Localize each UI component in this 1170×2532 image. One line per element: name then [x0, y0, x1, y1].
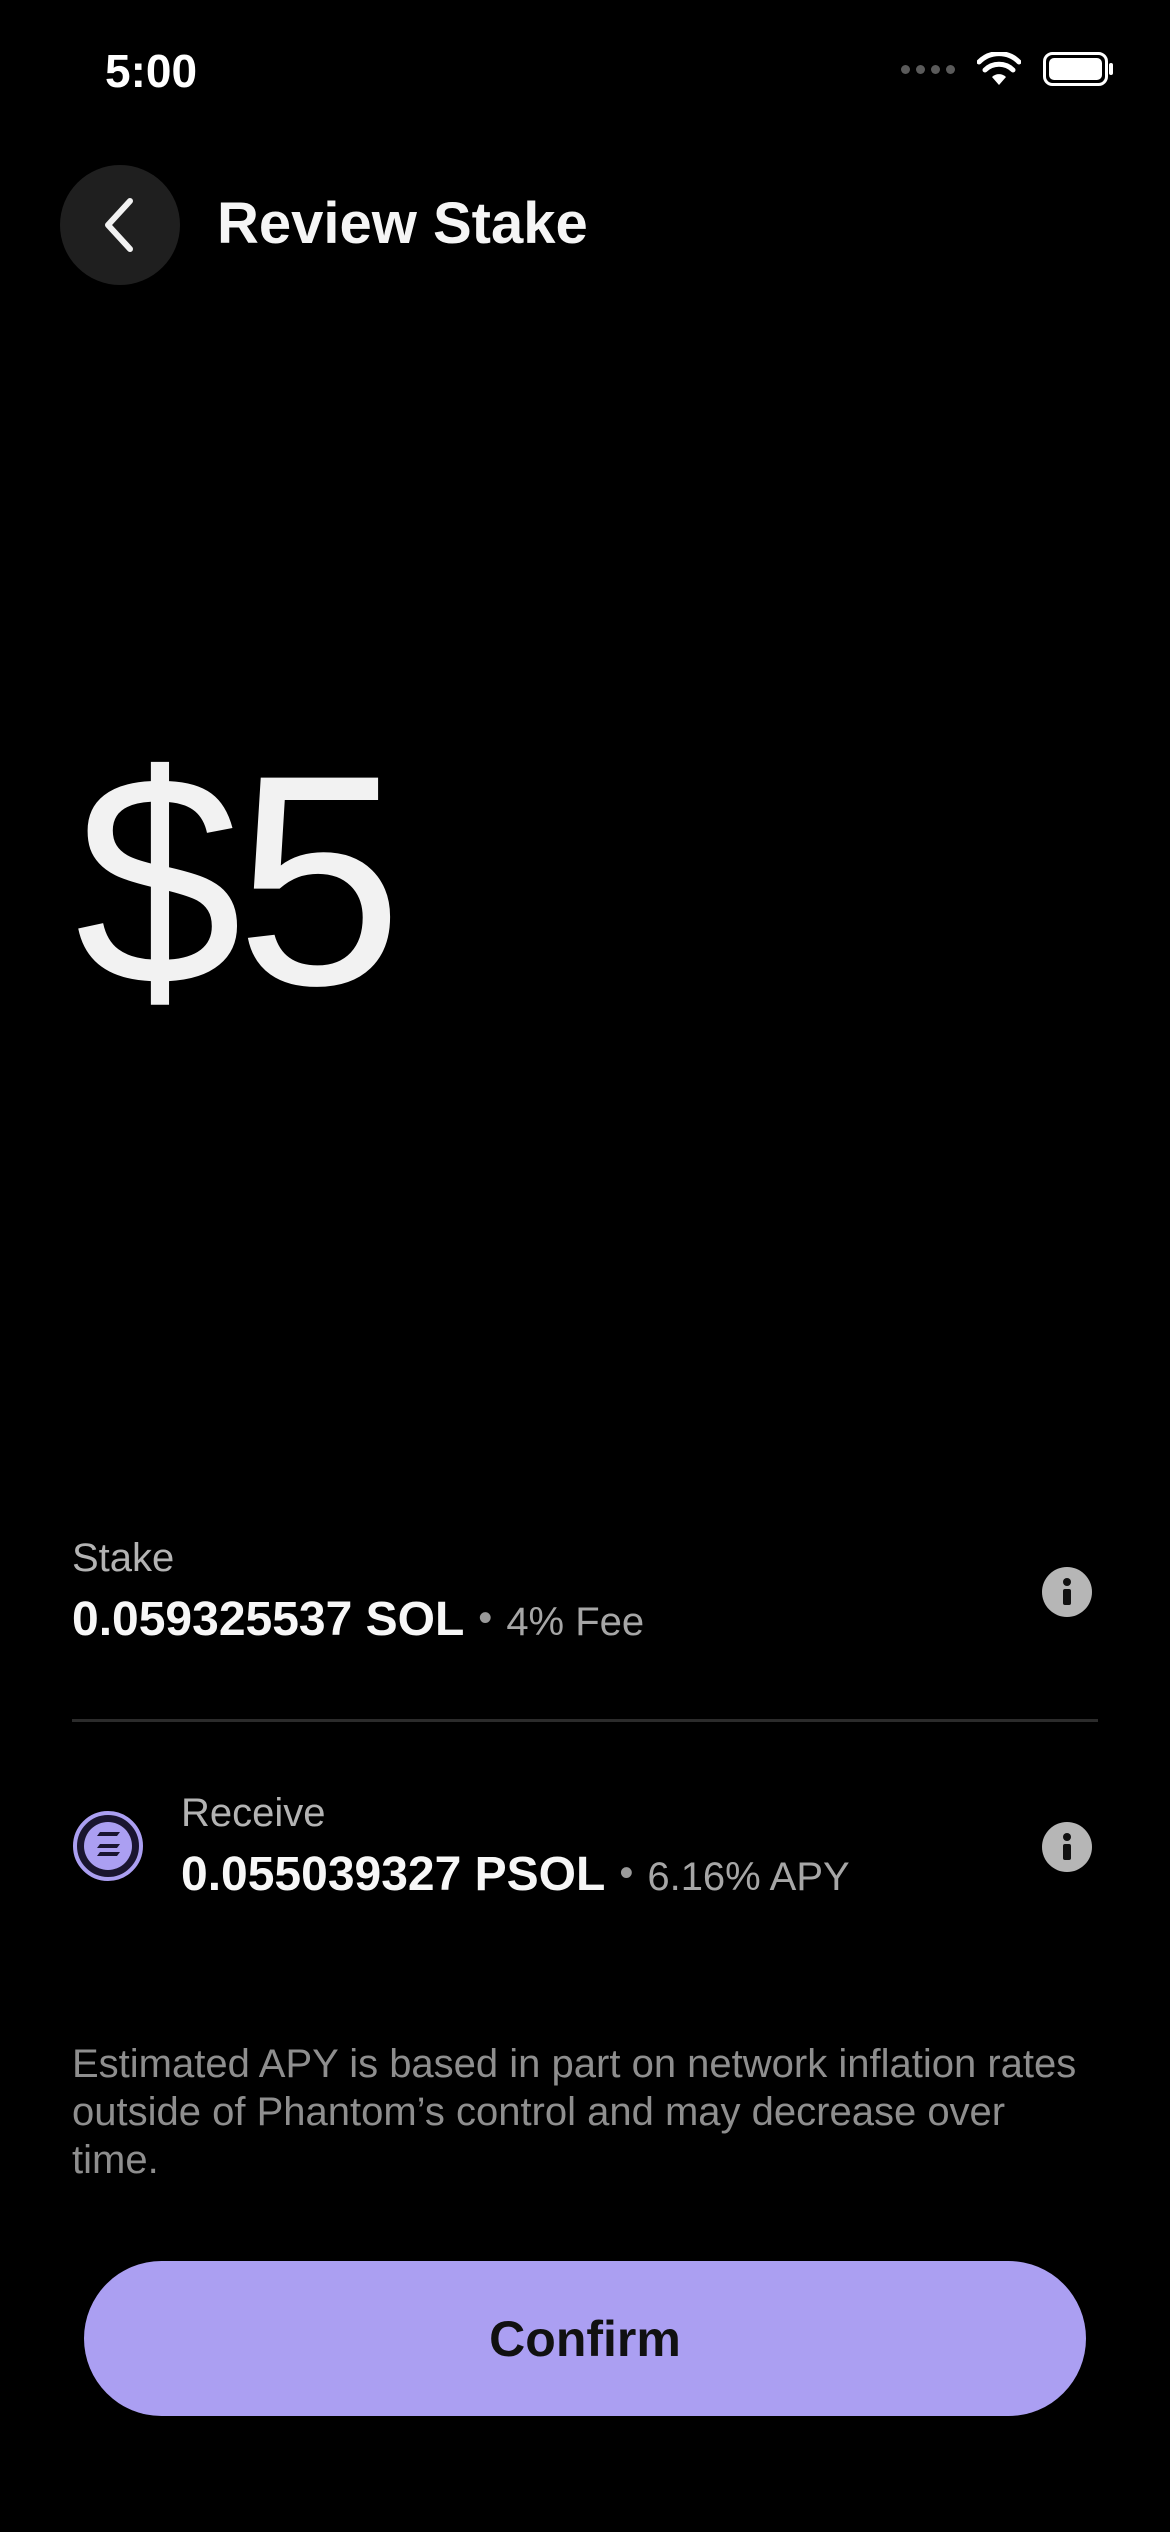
divider — [72, 1719, 1098, 1722]
stake-fee: 4% Fee — [506, 1600, 645, 1644]
status-time: 5:00 — [105, 45, 198, 97]
receive-separator: • — [619, 1851, 634, 1895]
wifi-icon — [977, 52, 1021, 85]
receive-label: Receive — [181, 1791, 326, 1835]
confirm-button[interactable]: Confirm — [84, 2261, 1086, 2416]
status-bar: 5:00 — [0, 0, 1170, 150]
psol-token-icon — [73, 1811, 143, 1881]
apy-disclaimer: Estimated APY is based in part on networ… — [72, 2042, 1077, 2182]
battery-icon — [1043, 52, 1113, 86]
stake-row: Stake 0.059325537 SOL • 4% Fee — [72, 1530, 1102, 1650]
stake-separator: • — [478, 1596, 493, 1640]
stake-amount: $5 — [75, 712, 403, 1048]
receive-line: 0.055039327 PSOL • 6.16% APY — [181, 1847, 850, 1902]
chevron-left-icon — [105, 198, 133, 252]
receive-apy: 6.16% APY — [647, 1855, 850, 1899]
stake-value: 0.059325537 SOL — [72, 1593, 465, 1646]
header: Review Stake — [0, 160, 1170, 290]
info-icon — [1063, 1578, 1071, 1605]
receive-info-icon[interactable] — [1042, 1822, 1092, 1872]
status-icons — [901, 52, 1115, 86]
back-button[interactable] — [60, 165, 180, 285]
receive-row: Receive 0.055039327 PSOL • 6.16% APY — [72, 1785, 1102, 1905]
stake-line: 0.059325537 SOL • 4% Fee — [72, 1592, 644, 1647]
info-icon — [1063, 1833, 1071, 1860]
page-title: Review Stake — [217, 191, 588, 256]
receive-value: 0.055039327 PSOL — [181, 1848, 606, 1901]
cellular-signal-icon — [901, 64, 955, 74]
stake-info-icon[interactable] — [1042, 1567, 1092, 1617]
stake-label: Stake — [72, 1536, 175, 1580]
